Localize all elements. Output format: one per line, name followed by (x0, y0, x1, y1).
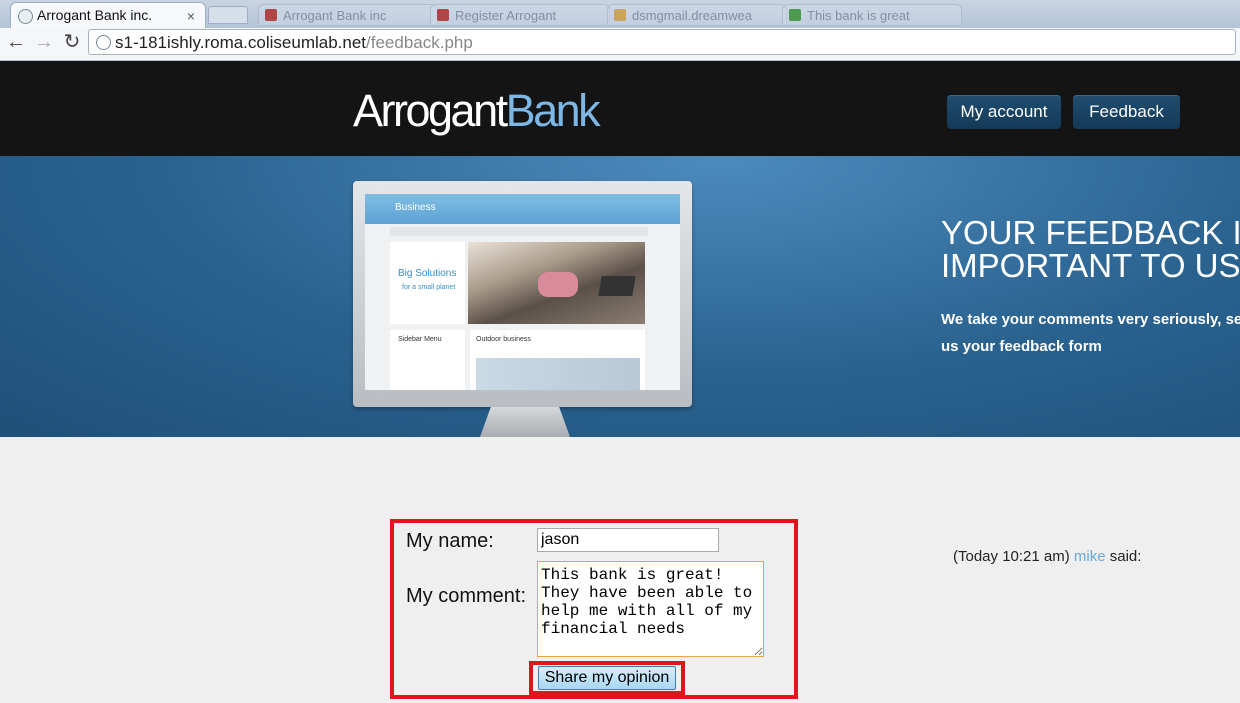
browser-tab[interactable]: Register Arrogant (430, 4, 610, 26)
tab-title: Arrogant Bank inc. (37, 7, 153, 23)
hero-banner: Business Big Solutions for a small plane… (0, 156, 1240, 437)
globe-icon (96, 35, 111, 50)
hero-headline-line1: YOUR FEEDBACK IS (941, 214, 1240, 251)
mock-main-title: Outdoor business (476, 336, 531, 343)
globe-icon (18, 9, 33, 24)
address-bar[interactable]: s1-181ishly.roma.coliseumlab.net/feedbac… (88, 29, 1236, 55)
url-host: s1-181ishly.roma.coliseumlab.net (115, 33, 367, 52)
browser-tab-bar: Arrogant Bank inc. × Arrogant Bank inc R… (0, 0, 1240, 28)
comment-meta: (Today 10:21 am) mike said: (953, 548, 1141, 565)
mock-promo-sub: for a small planet (402, 284, 456, 291)
browser-tab[interactable]: This bank is great (782, 4, 962, 26)
site-logo[interactable]: ArrogantBank (353, 85, 601, 137)
laptop-icon (598, 276, 636, 296)
favicon-icon (614, 9, 626, 21)
feedback-button[interactable]: Feedback (1073, 95, 1180, 129)
url-path: /feedback.php (366, 33, 473, 52)
favicon-icon (789, 9, 801, 21)
tab-title: Arrogant Bank inc (283, 8, 387, 23)
logo-text: Arrogant (353, 85, 508, 136)
share-opinion-button[interactable]: Share my opinion (538, 666, 676, 690)
comment-said: said: (1109, 548, 1142, 565)
back-icon[interactable]: ← (4, 30, 28, 54)
monitor-screen: Business Big Solutions for a small plane… (365, 194, 680, 390)
close-tab-icon[interactable]: × (187, 8, 195, 24)
mock-main: Outdoor business (470, 330, 645, 390)
logo-text-accent: Bank (505, 85, 601, 136)
mock-promo-title: Big Solutions (398, 268, 457, 279)
comment-textarea[interactable]: This bank is great! They have been able … (537, 561, 764, 657)
monitor-image: Business Big Solutions for a small plane… (353, 181, 692, 407)
browser-toolbar: ← → ↻ s1-181ishly.roma.coliseumlab.net/f… (0, 28, 1240, 61)
site-header: ArrogantBank My account Feedback (0, 61, 1240, 156)
favicon-icon (265, 9, 277, 21)
name-label: My name: (406, 530, 494, 552)
mock-main-photo (476, 358, 640, 390)
name-input[interactable] (537, 528, 719, 552)
forward-icon[interactable]: → (32, 30, 56, 54)
browser-tab-active[interactable]: Arrogant Bank inc. × (10, 2, 206, 28)
mock-sidebar: Sidebar Menu (390, 330, 465, 390)
my-account-button[interactable]: My account (947, 95, 1061, 129)
mock-photo (468, 242, 645, 324)
hero-subtext: We take your comments very seriously, se… (941, 311, 1240, 355)
reload-icon[interactable]: ↻ (60, 30, 84, 54)
tab-title: dsmgmail.dreamwea (632, 8, 752, 23)
tab-title: Register Arrogant (455, 8, 557, 23)
comment-label: My comment: (406, 585, 527, 607)
tab-title: This bank is great (807, 8, 910, 23)
monitor-stand (480, 407, 570, 437)
mock-header: Business (365, 194, 680, 224)
browser-tab[interactable]: Arrogant Bank inc (258, 4, 438, 26)
url-text: s1-181ishly.roma.coliseumlab.net/feedbac… (115, 33, 473, 53)
comment-author-link[interactable]: mike (1074, 548, 1106, 565)
mock-nav (390, 227, 648, 236)
browser-tab[interactable]: dsmgmail.dreamwea (607, 4, 787, 26)
comment-time: (Today 10:21 am) (953, 548, 1070, 565)
favicon-icon (437, 9, 449, 21)
hero-headline-line2: IMPORTANT TO US (941, 247, 1240, 284)
mock-promo: Big Solutions for a small planet (390, 242, 465, 324)
mock-photo-person (538, 272, 578, 297)
hero-headline: YOUR FEEDBACK IS IMPORTANT TO US (941, 216, 1240, 282)
new-tab-button[interactable] (208, 6, 248, 24)
